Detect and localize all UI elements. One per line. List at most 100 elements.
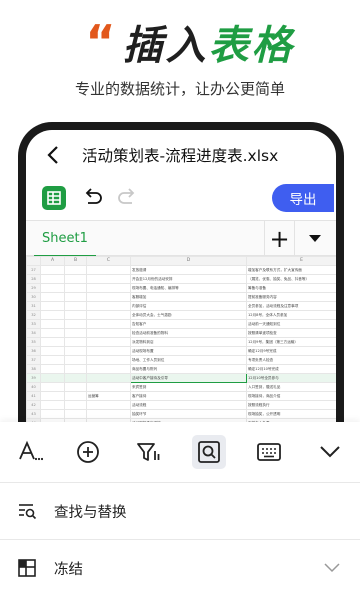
cell-e[interactable]: 活动前一天通知到位	[246, 319, 336, 329]
cell-d[interactable]: 活动流程	[130, 400, 247, 410]
table-row[interactable]: 41 运营筹 客户接待 现场接待，商品介绍	[26, 391, 336, 401]
row-number[interactable]: 34	[26, 328, 41, 338]
cell-d[interactable]: 抽奖环节	[130, 409, 247, 419]
row-number[interactable]: 29	[26, 283, 41, 293]
cell-d[interactable]: 发放邀请	[130, 265, 247, 275]
table-row[interactable]: 31 内部评估 全员参加，活动流程及注意事项	[26, 301, 336, 311]
cell-c[interactable]	[86, 400, 131, 410]
cell-c[interactable]	[86, 355, 131, 365]
redo-icon[interactable]	[116, 188, 138, 208]
row-number[interactable]: 30	[26, 292, 41, 302]
cell-d[interactable]: 内部评估	[130, 301, 247, 311]
row-number[interactable]: 33	[26, 319, 41, 329]
cell-b[interactable]	[64, 337, 87, 347]
filter-button[interactable]	[131, 435, 165, 469]
cell-d[interactable]: 检查活动前准备的物料	[130, 328, 247, 338]
cell-a[interactable]	[40, 346, 65, 356]
cell-b[interactable]	[64, 391, 87, 401]
cell-c[interactable]	[86, 346, 131, 356]
sheet-menu-icon[interactable]	[294, 221, 334, 257]
column-header[interactable]: E	[246, 256, 336, 266]
cell-c[interactable]	[86, 328, 131, 338]
table-row[interactable]: 43 抽奖环节 现场抽奖，公开透明	[26, 409, 336, 419]
row-number[interactable]: 42	[26, 400, 41, 410]
add-sheet-icon[interactable]: +	[264, 221, 294, 257]
cell-c[interactable]	[86, 373, 131, 383]
cell-b[interactable]	[64, 346, 87, 356]
table-row[interactable]: 42 活动流程 按照流程执行	[26, 400, 336, 410]
cell-c[interactable]	[86, 319, 131, 329]
spreadsheet-app-icon[interactable]	[42, 186, 66, 210]
cell-e[interactable]: 12月10号全员参与	[246, 373, 336, 383]
cell-b[interactable]	[64, 328, 87, 338]
cell-c[interactable]: 运营筹	[86, 391, 131, 401]
cell-a[interactable]	[40, 319, 65, 329]
cell-e[interactable]: 按照流程执行	[246, 400, 336, 410]
row-number[interactable]: 41	[26, 391, 41, 401]
table-row[interactable]: 32 全体动员大会，士气激励 12月8号，全体人员参加	[26, 310, 336, 320]
cell-e[interactable]: 现场接待，商品介绍	[246, 391, 336, 401]
table-row[interactable]: 38 商品布置与陈列 确定12月10号完成	[26, 364, 336, 374]
cell-a[interactable]	[40, 391, 65, 401]
table-row[interactable]: 29 现场布置、电话通知、编排等 筹备与准备	[26, 283, 336, 293]
cell-e[interactable]: （展览、优惠、抽奖、免品、抖音等）	[246, 274, 336, 284]
table-row[interactable]: 37 场地、工作人员到位 专项负责人检查	[26, 355, 336, 365]
cell-a[interactable]	[40, 301, 65, 311]
row-number[interactable]: 32	[26, 310, 41, 320]
cell-a[interactable]	[40, 409, 65, 419]
cell-c[interactable]	[86, 310, 131, 320]
table-row[interactable]: 34 检查活动前准备的物料 按照清单逐项检查	[26, 328, 336, 338]
cell-b[interactable]	[64, 319, 87, 329]
row-number[interactable]: 38	[26, 364, 41, 374]
cell-e[interactable]: 现场抽奖，公开透明	[246, 409, 336, 419]
cell-c[interactable]	[86, 409, 131, 419]
cell-c[interactable]	[86, 274, 131, 284]
cell-d[interactable]: 告知客户	[130, 319, 247, 329]
cell-a[interactable]	[40, 283, 65, 293]
table-row[interactable]: 33 告知客户 活动前一天通知到位	[26, 319, 336, 329]
cell-a[interactable]	[40, 400, 65, 410]
cell-e[interactable]: 全员参加，活动流程及注意事项	[246, 301, 336, 311]
cell-b[interactable]	[64, 274, 87, 284]
cell-d[interactable]: 活动现场布置	[130, 346, 247, 356]
grid-table[interactable]: A B C D E 27 发放邀请 增加客户及联系方式，扩大宣传面 28 开会至12月份的活动安排…	[26, 256, 336, 422]
export-button[interactable]: 导出	[272, 184, 334, 212]
row-number[interactable]: 40	[26, 382, 41, 392]
cell-c[interactable]	[86, 337, 131, 347]
cell-a[interactable]	[40, 274, 65, 284]
cell-b[interactable]	[64, 292, 87, 302]
cell-e[interactable]: 专项负责人检查	[246, 355, 336, 365]
find-replace-row[interactable]: 查找与替换	[0, 483, 360, 539]
cell-d[interactable]: 开会至12月份的活动安排	[130, 274, 247, 284]
column-header[interactable]: A	[40, 256, 65, 266]
cell-b[interactable]	[64, 364, 87, 374]
cell-a[interactable]	[40, 355, 65, 365]
cell-d[interactable]: 客服增加	[130, 292, 247, 302]
cell-a[interactable]	[40, 364, 65, 374]
column-header[interactable]: B	[64, 256, 87, 266]
cell-d[interactable]: 派发物料到店	[130, 337, 247, 347]
cell-a[interactable]	[40, 310, 65, 320]
row-number[interactable]: 35	[26, 337, 41, 347]
cell-b[interactable]	[64, 400, 87, 410]
cell-e[interactable]: 12月9号，集团（第三方运输）	[246, 337, 336, 347]
back-arrow-icon[interactable]	[44, 144, 64, 166]
insert-button[interactable]	[71, 435, 105, 469]
cell-c[interactable]	[86, 364, 131, 374]
cell-a[interactable]	[40, 328, 65, 338]
cell-d[interactable]: 场地、工作人员到位	[130, 355, 247, 365]
cell-b[interactable]	[64, 409, 87, 419]
cell-b[interactable]	[64, 355, 87, 365]
freeze-row[interactable]: 冻结	[0, 540, 360, 596]
table-row[interactable]: 27 发放邀请 增加客户及联系方式，扩大宣传面	[26, 265, 336, 275]
column-header[interactable]: C	[86, 256, 131, 266]
cell-a[interactable]	[40, 337, 65, 347]
cell-b[interactable]	[64, 265, 87, 275]
row-number[interactable]: 43	[26, 409, 41, 419]
cell-e[interactable]: 入口签到，赠送礼品	[246, 382, 336, 392]
cell-b[interactable]	[64, 373, 87, 383]
cell-d[interactable]: 全体动员大会，士气激励	[130, 310, 247, 320]
cell-d[interactable]: 来宾签到	[130, 382, 247, 392]
keyboard-button[interactable]	[252, 435, 286, 469]
chevron-down-icon[interactable]	[324, 563, 340, 573]
